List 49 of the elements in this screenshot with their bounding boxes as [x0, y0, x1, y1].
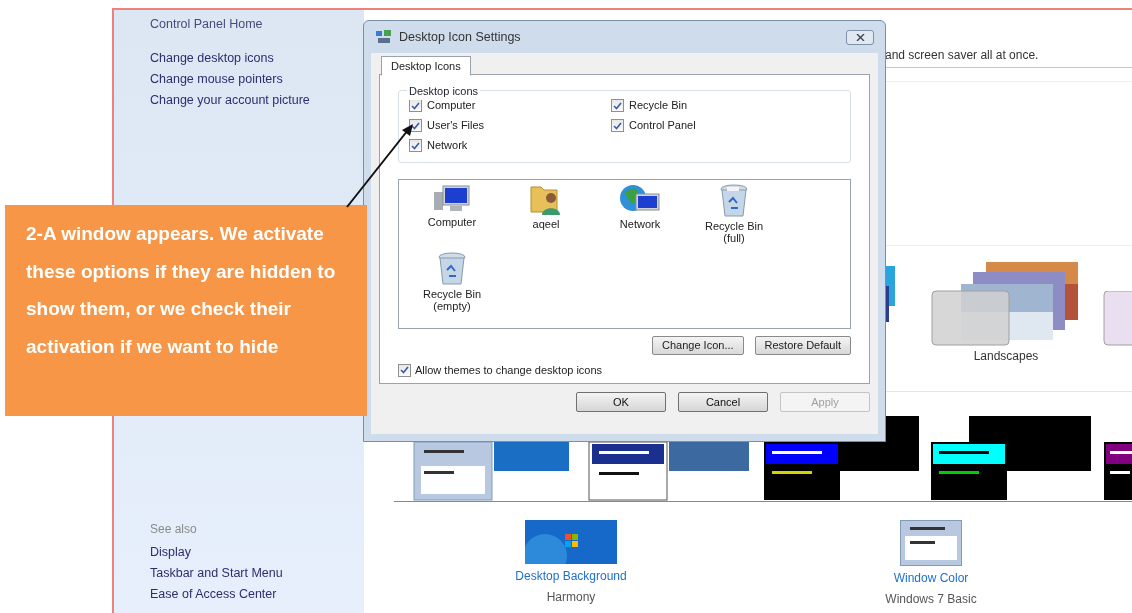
icon-label[interactable]: Recycle Bin (empty) [422, 288, 482, 312]
checkbox-label: Allow themes to change desktop icons [415, 363, 603, 378]
sidebar-link[interactable]: Display [150, 543, 364, 559]
icon-label[interactable]: aqeel [532, 218, 560, 230]
theme-thumbnail [1103, 291, 1132, 346]
computer-icon [433, 184, 471, 214]
sidebar-link[interactable]: Control Panel Home [150, 15, 364, 31]
checkbox-label: Control Panel [629, 118, 696, 134]
theme-label: Landscapes [973, 348, 1039, 365]
dialog-button[interactable]: Cancel [678, 392, 768, 412]
checkbox[interactable] [409, 139, 422, 152]
theme-link[interactable]: Window Color [893, 569, 969, 587]
dialog-button[interactable]: Change Icon... [652, 336, 744, 355]
theme-link[interactable]: Desktop Background [515, 567, 627, 585]
landscape-theme-thumbnail[interactable] [931, 262, 1081, 346]
description-text: and screen saver all at once. [885, 47, 1039, 64]
desktop-icon [376, 30, 392, 44]
checkbox-label: Computer [427, 98, 476, 114]
sidebar-link[interactable]: Change your account picture [150, 91, 364, 107]
tab[interactable]: Desktop Icons [381, 56, 471, 76]
window-color-thumbnail[interactable] [900, 520, 962, 566]
sidebar-link[interactable]: Taskbar and Start Menu [150, 564, 364, 580]
close-icon [855, 33, 865, 41]
sidebar-heading: See also [150, 521, 198, 538]
icon-label[interactable]: Recycle Bin (full) [704, 220, 764, 244]
recycle-bin-icon [437, 252, 467, 286]
theme-value: Windows 7 Basic [885, 591, 977, 608]
theme-swatch[interactable] [931, 416, 1091, 500]
theme-value: Harmony [546, 589, 596, 606]
close-button[interactable] [846, 29, 874, 45]
dialog-title: Desktop Icon Settings [399, 28, 521, 46]
theme-swatch[interactable] [1104, 442, 1132, 500]
checkbox-label: User's Files [427, 118, 485, 134]
sidebar-link[interactable]: Change mouse pointers [150, 70, 364, 86]
sidebar-link[interactable]: Ease of Access Center [150, 585, 364, 601]
checkbox[interactable] [611, 119, 624, 132]
recycle-bin-icon [719, 184, 749, 218]
checkbox-label: Network [427, 138, 468, 154]
dialog-button[interactable]: Restore Default [754, 336, 851, 355]
dialog-button[interactable]: OK [576, 392, 666, 412]
callout-text: 2-A window appears. We activate these options if they are hidden to show them, or we check their activation if we want to hide [26, 222, 337, 359]
sidebar-link[interactable]: Change desktop icons [150, 49, 364, 65]
checkbox[interactable] [398, 363, 411, 377]
icon-label[interactable]: Network [619, 218, 661, 230]
checkbox-label: Recycle Bin [629, 98, 688, 114]
user-folder-icon [529, 184, 563, 216]
wallpaper-thumbnail[interactable] [525, 520, 617, 564]
checkbox[interactable] [611, 99, 624, 112]
icon-label[interactable]: Computer [427, 216, 477, 228]
